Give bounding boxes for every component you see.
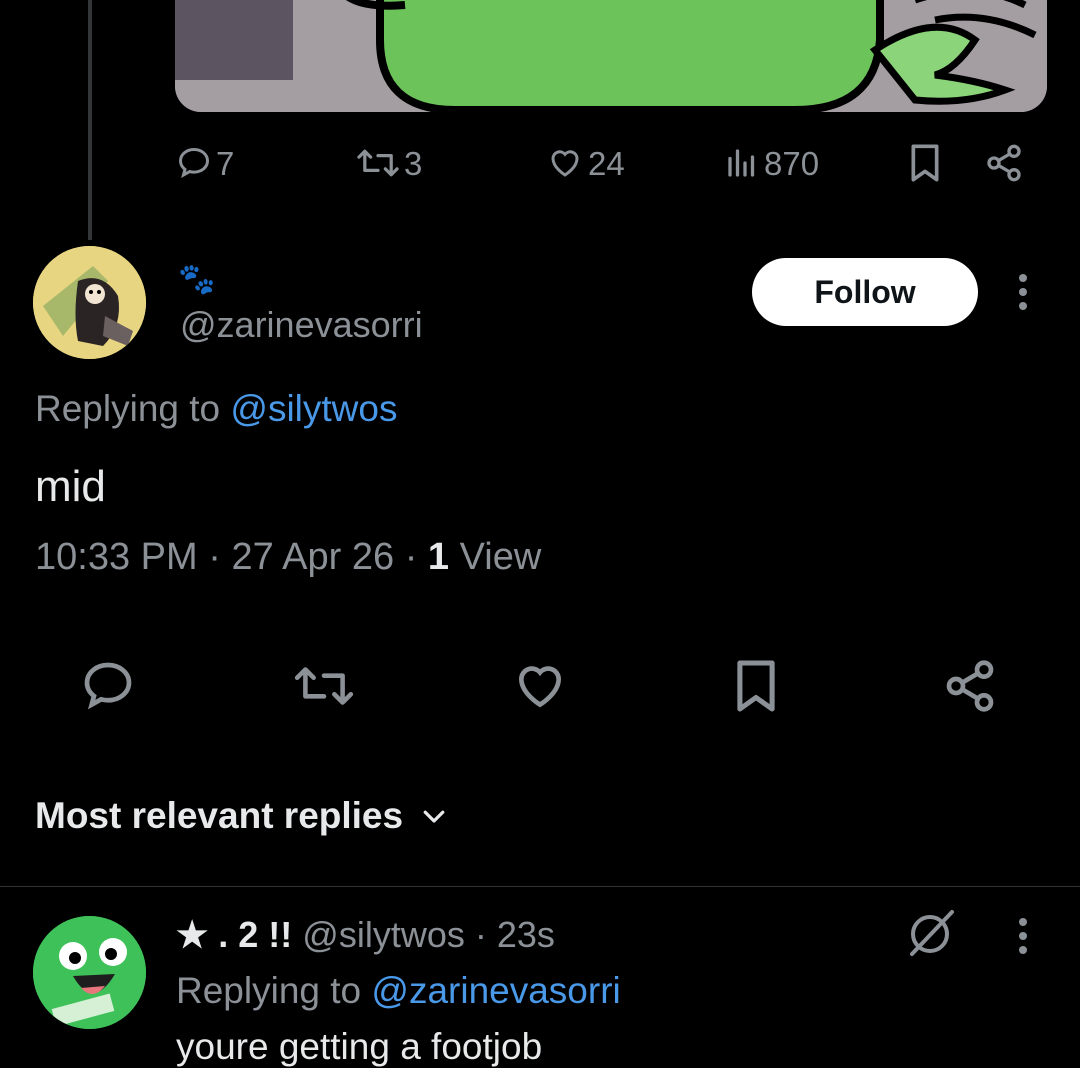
replying-prefix: Replying to — [35, 388, 231, 429]
follow-button[interactable]: Follow — [752, 258, 978, 326]
grok-icon — [906, 908, 956, 958]
share-button[interactable] — [984, 140, 1024, 186]
reply-text: youre getting a footjob — [176, 1026, 543, 1067]
bookmark-icon — [733, 658, 779, 714]
views-icon — [724, 145, 760, 181]
tweet-metadata: 10:33 PM · 27 Apr 26 · 1 View — [35, 536, 541, 579]
replying-prefix: Replying to — [176, 970, 372, 1011]
repost-count-button[interactable]: 3 — [356, 140, 422, 186]
view-label: View — [459, 536, 542, 578]
share-button[interactable] — [940, 656, 1000, 716]
replying-to-link[interactable]: @silytwos — [230, 388, 397, 429]
sort-label: Most relevant replies — [35, 795, 404, 836]
separator: · — [208, 536, 221, 578]
tweet-time[interactable]: 10:33 PM — [35, 536, 198, 578]
chevron-down-icon — [419, 801, 449, 831]
grok-button[interactable] — [906, 908, 956, 958]
comment-icon — [80, 658, 136, 714]
more-options-button[interactable] — [1010, 270, 1036, 314]
separator: · — [474, 914, 487, 955]
reply-count-button[interactable]: 7 — [176, 140, 234, 186]
heart-icon — [512, 658, 568, 714]
divider — [0, 886, 1080, 887]
more-icon — [1010, 270, 1036, 314]
reply-header: ★ . 2 !! @silytwos · 23s — [176, 914, 555, 956]
replying-to-link[interactable]: @zarinevasorri — [371, 970, 620, 1011]
bookmark-button[interactable] — [726, 656, 786, 716]
more-options-button[interactable] — [1010, 914, 1036, 958]
reply-handle[interactable]: @silytwos — [302, 914, 465, 956]
post-media-image[interactable] — [175, 0, 1047, 112]
like-count-button[interactable]: 24 — [546, 140, 625, 186]
repost-icon — [293, 660, 355, 712]
reply-button[interactable] — [78, 656, 138, 716]
share-icon — [984, 143, 1024, 183]
heart-icon — [546, 145, 584, 181]
tweet-date[interactable]: 27 Apr 26 — [231, 536, 394, 578]
bookmark-icon — [908, 143, 942, 183]
display-name[interactable]: 🐾 — [178, 262, 215, 297]
reply-sort-dropdown[interactable]: Most relevant replies — [35, 795, 449, 837]
repost-count: 3 — [404, 144, 423, 182]
repost-icon — [356, 145, 400, 181]
reply-display-name[interactable]: ★ . 2 !! — [176, 914, 292, 956]
replying-to-line: Replying to @zarinevasorri — [176, 970, 621, 1012]
replying-to-line: Replying to @silytwos — [35, 388, 397, 430]
views-count-button[interactable]: 870 — [724, 140, 819, 186]
more-icon — [1010, 914, 1036, 958]
reply-count: 7 — [216, 144, 235, 182]
repost-button[interactable] — [294, 656, 354, 716]
reply-age[interactable]: 23s — [497, 914, 555, 956]
author-handle[interactable]: @zarinevasorri — [180, 304, 423, 346]
views-count: 870 — [764, 144, 820, 182]
avatar[interactable] — [33, 246, 146, 359]
separator: · — [404, 536, 418, 578]
share-icon — [942, 658, 998, 714]
like-count: 24 — [588, 144, 625, 182]
tweet-text: mid — [35, 462, 106, 511]
bookmark-button[interactable] — [908, 140, 942, 186]
like-button[interactable] — [510, 656, 570, 716]
comment-icon — [176, 145, 212, 181]
thread-connector — [88, 0, 92, 240]
avatar[interactable] — [33, 916, 146, 1029]
view-count: 1 — [427, 536, 450, 578]
